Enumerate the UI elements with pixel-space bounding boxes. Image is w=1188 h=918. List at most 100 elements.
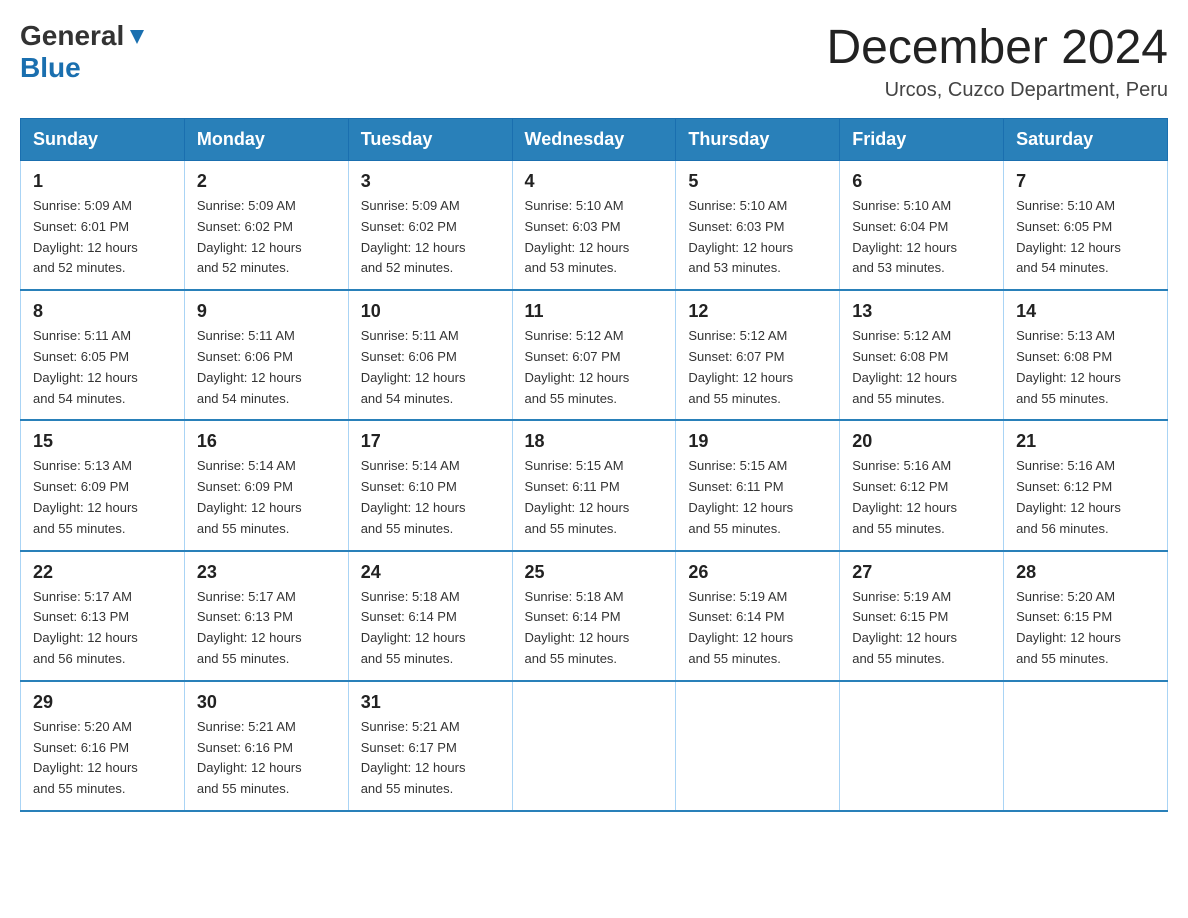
day-info: Sunrise: 5:12 AM Sunset: 6:07 PM Dayligh… (688, 326, 827, 409)
day-info: Sunrise: 5:16 AM Sunset: 6:12 PM Dayligh… (1016, 456, 1155, 539)
month-title: December 2024 (826, 20, 1168, 75)
day-number: 24 (361, 562, 500, 583)
day-number: 16 (197, 431, 336, 452)
week-row-4: 22 Sunrise: 5:17 AM Sunset: 6:13 PM Dayl… (21, 551, 1168, 681)
day-cell-23: 23 Sunrise: 5:17 AM Sunset: 6:13 PM Dayl… (184, 551, 348, 681)
day-number: 10 (361, 301, 500, 322)
week-row-2: 8 Sunrise: 5:11 AM Sunset: 6:05 PM Dayli… (21, 290, 1168, 420)
day-cell-10: 10 Sunrise: 5:11 AM Sunset: 6:06 PM Dayl… (348, 290, 512, 420)
day-info: Sunrise: 5:20 AM Sunset: 6:16 PM Dayligh… (33, 717, 172, 800)
day-cell-15: 15 Sunrise: 5:13 AM Sunset: 6:09 PM Dayl… (21, 420, 185, 550)
logo-blue-text: Blue (20, 52, 81, 83)
day-number: 2 (197, 171, 336, 192)
day-number: 3 (361, 171, 500, 192)
day-info: Sunrise: 5:21 AM Sunset: 6:16 PM Dayligh… (197, 717, 336, 800)
day-number: 25 (525, 562, 664, 583)
day-cell-2: 2 Sunrise: 5:09 AM Sunset: 6:02 PM Dayli… (184, 161, 348, 291)
empty-cell (1004, 681, 1168, 811)
day-number: 21 (1016, 431, 1155, 452)
day-info: Sunrise: 5:16 AM Sunset: 6:12 PM Dayligh… (852, 456, 991, 539)
logo-arrow-icon (126, 26, 148, 48)
day-cell-29: 29 Sunrise: 5:20 AM Sunset: 6:16 PM Dayl… (21, 681, 185, 811)
week-row-5: 29 Sunrise: 5:20 AM Sunset: 6:16 PM Dayl… (21, 681, 1168, 811)
empty-cell (840, 681, 1004, 811)
day-number: 12 (688, 301, 827, 322)
day-cell-20: 20 Sunrise: 5:16 AM Sunset: 6:12 PM Dayl… (840, 420, 1004, 550)
day-cell-28: 28 Sunrise: 5:20 AM Sunset: 6:15 PM Dayl… (1004, 551, 1168, 681)
day-cell-22: 22 Sunrise: 5:17 AM Sunset: 6:13 PM Dayl… (21, 551, 185, 681)
weekday-header-friday: Friday (840, 119, 1004, 161)
weekday-header-sunday: Sunday (21, 119, 185, 161)
day-cell-4: 4 Sunrise: 5:10 AM Sunset: 6:03 PM Dayli… (512, 161, 676, 291)
day-info: Sunrise: 5:14 AM Sunset: 6:10 PM Dayligh… (361, 456, 500, 539)
day-info: Sunrise: 5:10 AM Sunset: 6:05 PM Dayligh… (1016, 196, 1155, 279)
day-number: 30 (197, 692, 336, 713)
day-number: 5 (688, 171, 827, 192)
day-number: 8 (33, 301, 172, 322)
day-number: 31 (361, 692, 500, 713)
day-number: 17 (361, 431, 500, 452)
weekday-header-thursday: Thursday (676, 119, 840, 161)
location-subtitle: Urcos, Cuzco Department, Peru (826, 79, 1168, 102)
calendar-table: SundayMondayTuesdayWednesdayThursdayFrid… (20, 118, 1168, 812)
day-number: 1 (33, 171, 172, 192)
day-info: Sunrise: 5:14 AM Sunset: 6:09 PM Dayligh… (197, 456, 336, 539)
day-info: Sunrise: 5:15 AM Sunset: 6:11 PM Dayligh… (688, 456, 827, 539)
day-cell-26: 26 Sunrise: 5:19 AM Sunset: 6:14 PM Dayl… (676, 551, 840, 681)
weekday-header-saturday: Saturday (1004, 119, 1168, 161)
title-section: December 2024 Urcos, Cuzco Department, P… (826, 20, 1168, 102)
day-number: 29 (33, 692, 172, 713)
empty-cell (676, 681, 840, 811)
day-info: Sunrise: 5:17 AM Sunset: 6:13 PM Dayligh… (197, 587, 336, 670)
day-cell-19: 19 Sunrise: 5:15 AM Sunset: 6:11 PM Dayl… (676, 420, 840, 550)
day-number: 14 (1016, 301, 1155, 322)
day-number: 20 (852, 431, 991, 452)
day-number: 19 (688, 431, 827, 452)
day-info: Sunrise: 5:19 AM Sunset: 6:14 PM Dayligh… (688, 587, 827, 670)
weekday-header-tuesday: Tuesday (348, 119, 512, 161)
day-cell-1: 1 Sunrise: 5:09 AM Sunset: 6:01 PM Dayli… (21, 161, 185, 291)
day-number: 9 (197, 301, 336, 322)
day-cell-31: 31 Sunrise: 5:21 AM Sunset: 6:17 PM Dayl… (348, 681, 512, 811)
day-cell-9: 9 Sunrise: 5:11 AM Sunset: 6:06 PM Dayli… (184, 290, 348, 420)
day-info: Sunrise: 5:10 AM Sunset: 6:04 PM Dayligh… (852, 196, 991, 279)
day-info: Sunrise: 5:11 AM Sunset: 6:06 PM Dayligh… (197, 326, 336, 409)
week-row-1: 1 Sunrise: 5:09 AM Sunset: 6:01 PM Dayli… (21, 161, 1168, 291)
day-number: 13 (852, 301, 991, 322)
day-cell-21: 21 Sunrise: 5:16 AM Sunset: 6:12 PM Dayl… (1004, 420, 1168, 550)
day-cell-8: 8 Sunrise: 5:11 AM Sunset: 6:05 PM Dayli… (21, 290, 185, 420)
day-info: Sunrise: 5:17 AM Sunset: 6:13 PM Dayligh… (33, 587, 172, 670)
day-number: 15 (33, 431, 172, 452)
day-info: Sunrise: 5:09 AM Sunset: 6:02 PM Dayligh… (197, 196, 336, 279)
day-cell-18: 18 Sunrise: 5:15 AM Sunset: 6:11 PM Dayl… (512, 420, 676, 550)
day-cell-5: 5 Sunrise: 5:10 AM Sunset: 6:03 PM Dayli… (676, 161, 840, 291)
day-info: Sunrise: 5:10 AM Sunset: 6:03 PM Dayligh… (688, 196, 827, 279)
day-cell-24: 24 Sunrise: 5:18 AM Sunset: 6:14 PM Dayl… (348, 551, 512, 681)
day-info: Sunrise: 5:13 AM Sunset: 6:08 PM Dayligh… (1016, 326, 1155, 409)
day-number: 6 (852, 171, 991, 192)
day-info: Sunrise: 5:10 AM Sunset: 6:03 PM Dayligh… (525, 196, 664, 279)
day-cell-6: 6 Sunrise: 5:10 AM Sunset: 6:04 PM Dayli… (840, 161, 1004, 291)
day-cell-27: 27 Sunrise: 5:19 AM Sunset: 6:15 PM Dayl… (840, 551, 1004, 681)
day-info: Sunrise: 5:21 AM Sunset: 6:17 PM Dayligh… (361, 717, 500, 800)
day-info: Sunrise: 5:15 AM Sunset: 6:11 PM Dayligh… (525, 456, 664, 539)
day-number: 11 (525, 301, 664, 322)
day-info: Sunrise: 5:18 AM Sunset: 6:14 PM Dayligh… (525, 587, 664, 670)
day-cell-13: 13 Sunrise: 5:12 AM Sunset: 6:08 PM Dayl… (840, 290, 1004, 420)
day-info: Sunrise: 5:12 AM Sunset: 6:08 PM Dayligh… (852, 326, 991, 409)
day-cell-17: 17 Sunrise: 5:14 AM Sunset: 6:10 PM Dayl… (348, 420, 512, 550)
day-number: 4 (525, 171, 664, 192)
day-info: Sunrise: 5:20 AM Sunset: 6:15 PM Dayligh… (1016, 587, 1155, 670)
day-info: Sunrise: 5:18 AM Sunset: 6:14 PM Dayligh… (361, 587, 500, 670)
day-info: Sunrise: 5:13 AM Sunset: 6:09 PM Dayligh… (33, 456, 172, 539)
week-row-3: 15 Sunrise: 5:13 AM Sunset: 6:09 PM Dayl… (21, 420, 1168, 550)
day-number: 18 (525, 431, 664, 452)
day-number: 27 (852, 562, 991, 583)
day-info: Sunrise: 5:12 AM Sunset: 6:07 PM Dayligh… (525, 326, 664, 409)
empty-cell (512, 681, 676, 811)
day-number: 7 (1016, 171, 1155, 192)
day-cell-14: 14 Sunrise: 5:13 AM Sunset: 6:08 PM Dayl… (1004, 290, 1168, 420)
day-number: 23 (197, 562, 336, 583)
weekday-header-monday: Monday (184, 119, 348, 161)
day-info: Sunrise: 5:09 AM Sunset: 6:02 PM Dayligh… (361, 196, 500, 279)
